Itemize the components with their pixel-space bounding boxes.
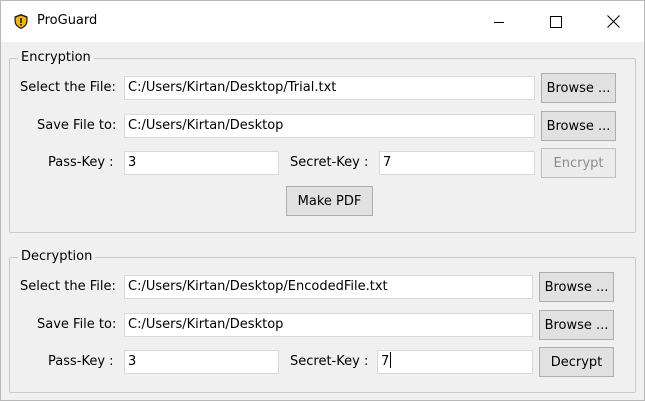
dec-save-file-input[interactable]: C:/Users/Kirtan/Desktop xyxy=(124,313,533,337)
dec-save-file-label: Save File to: xyxy=(37,317,117,332)
decryption-legend: Decryption xyxy=(18,249,96,265)
maximize-button[interactable] xyxy=(533,1,579,42)
window-title: ProGuard xyxy=(37,13,98,28)
title-bar[interactable]: ProGuard xyxy=(1,1,644,42)
proguard-window: ProGuard Encryption Select the File: C:/… xyxy=(0,0,645,401)
shield-icon xyxy=(14,14,28,29)
enc-select-file-label: Select the File: xyxy=(20,80,116,95)
minimize-button[interactable] xyxy=(476,1,522,42)
close-icon xyxy=(606,15,620,28)
enc-browse-file-button[interactable]: Browse ... xyxy=(541,73,616,103)
decrypt-button[interactable]: Decrypt xyxy=(539,347,614,377)
minimize-icon xyxy=(494,21,504,23)
encrypt-button[interactable]: Encrypt xyxy=(541,148,616,178)
enc-select-file-input[interactable]: C:/Users/Kirtan/Desktop/Trial.txt xyxy=(124,76,535,100)
dec-passkey-label: Pass-Key : xyxy=(48,354,114,369)
close-button[interactable] xyxy=(590,1,636,42)
enc-save-file-label: Save File to: xyxy=(37,118,117,133)
dec-secretkey-label: Secret-Key : xyxy=(290,354,369,369)
enc-secretkey-input[interactable]: 7 xyxy=(379,151,535,175)
enc-save-file-input[interactable]: C:/Users/Kirtan/Desktop xyxy=(124,114,535,138)
enc-passkey-label: Pass-Key : xyxy=(48,155,114,170)
dec-select-file-label: Select the File: xyxy=(20,279,116,294)
dec-secretkey-input[interactable]: 7 xyxy=(377,350,533,374)
dec-browse-file-button[interactable]: Browse ... xyxy=(539,272,614,302)
dec-select-file-input[interactable]: C:/Users/Kirtan/Desktop/EncodedFile.txt xyxy=(124,275,533,299)
encryption-legend: Encryption xyxy=(18,50,94,66)
dec-secretkey-value: 7 xyxy=(381,354,390,369)
text-caret xyxy=(390,352,392,368)
maximize-icon xyxy=(550,15,562,28)
make-pdf-button[interactable]: Make PDF xyxy=(286,186,373,216)
enc-browse-folder-button[interactable]: Browse ... xyxy=(541,111,616,141)
enc-passkey-input[interactable]: 3 xyxy=(124,151,279,175)
dec-passkey-input[interactable]: 3 xyxy=(124,350,279,374)
enc-secretkey-label: Secret-Key : xyxy=(290,155,369,170)
dec-browse-folder-button[interactable]: Browse ... xyxy=(539,310,614,340)
